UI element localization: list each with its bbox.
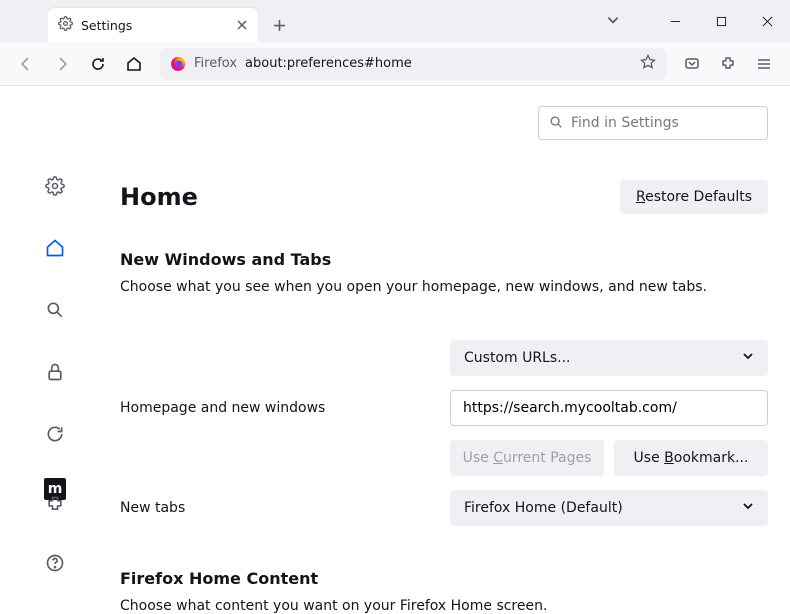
newtabs-label: New tabs (120, 500, 450, 516)
settings-sidebar: m (0, 86, 110, 591)
restore-defaults-button[interactable]: Restore Defaults (620, 180, 768, 214)
section-title-home-content: Firefox Home Content (120, 569, 768, 588)
find-in-settings[interactable] (538, 106, 768, 140)
select-value: Firefox Home (Default) (464, 500, 623, 516)
sidebar-item-extensions[interactable] (37, 487, 73, 523)
home-button[interactable] (118, 48, 150, 80)
chevron-down-icon (742, 350, 754, 366)
homepage-label: Homepage and new windows (120, 400, 450, 416)
minimize-button[interactable] (652, 5, 698, 37)
search-input[interactable] (571, 115, 757, 131)
firefox-icon (170, 56, 186, 72)
close-window-button[interactable] (744, 5, 790, 37)
maximize-button[interactable] (698, 5, 744, 37)
chevron-down-icon (742, 500, 754, 516)
use-bookmark-button[interactable]: Use Bookmark... (614, 440, 768, 476)
url-text: about:preferences#home (245, 56, 412, 71)
newtabs-select[interactable]: Firefox Home (Default) (450, 490, 768, 526)
pocket-button[interactable] (676, 48, 708, 80)
section-desc-2: Choose what content you want on your Fir… (120, 598, 768, 614)
select-value: Custom URLs... (464, 350, 571, 366)
tab-label: Settings (81, 18, 228, 33)
homepage-url-input[interactable] (450, 390, 768, 426)
sidebar-item-sync[interactable] (37, 416, 73, 452)
forward-button[interactable] (46, 48, 78, 80)
sidebar-item-privacy[interactable] (37, 354, 73, 390)
tabs-dropdown-button[interactable] (606, 12, 620, 31)
use-current-pages-button: Use Current Pages (450, 440, 604, 476)
page-title: Home (120, 183, 198, 211)
sidebar-item-help[interactable] (37, 545, 73, 581)
close-icon[interactable] (236, 16, 248, 35)
gear-icon (58, 16, 73, 35)
new-tab-button[interactable] (264, 10, 294, 40)
extensions-button[interactable] (712, 48, 744, 80)
app-menu-button[interactable] (748, 48, 780, 80)
section-title-new-windows: New Windows and Tabs (120, 250, 768, 269)
homepage-mode-select[interactable]: Custom URLs... (450, 340, 768, 376)
sidebar-item-general[interactable] (37, 168, 73, 204)
browser-tab[interactable]: Settings (48, 8, 258, 42)
bookmark-star-icon[interactable] (640, 54, 656, 74)
reload-button[interactable] (82, 48, 114, 80)
section-desc: Choose what you see when you open your h… (120, 279, 768, 295)
sidebar-item-search[interactable] (37, 292, 73, 328)
back-button[interactable] (10, 48, 42, 80)
url-identity: Firefox (194, 56, 237, 71)
sidebar-item-home[interactable] (37, 230, 73, 266)
url-bar[interactable]: Firefox about:preferences#home (160, 48, 666, 80)
search-icon (549, 114, 563, 133)
